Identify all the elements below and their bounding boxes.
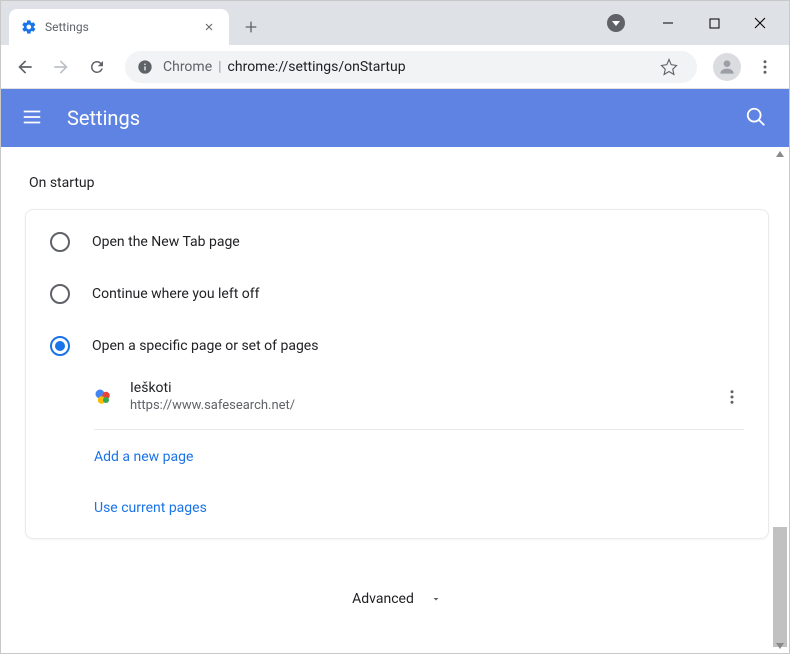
settings-header: Settings	[1, 89, 789, 147]
account-status-icon[interactable]	[607, 14, 625, 32]
close-tab-icon[interactable]	[201, 19, 217, 35]
profile-avatar[interactable]	[713, 53, 741, 81]
radio-label: Open a specific page or set of pages	[92, 338, 318, 354]
tab-title: Settings	[45, 20, 201, 34]
reload-button[interactable]	[81, 51, 113, 83]
hamburger-menu-icon[interactable]	[21, 106, 45, 130]
use-current-link[interactable]: Use current pages	[94, 500, 207, 516]
new-tab-button[interactable]	[237, 13, 265, 41]
address-bar[interactable]: Chrome|chrome://settings/onStartup	[125, 51, 697, 83]
startup-page-row: Ieškoti https://www.safesearch.net/	[94, 372, 744, 430]
maximize-button[interactable]	[691, 7, 737, 39]
radio-icon	[50, 232, 70, 252]
page-title: Settings	[67, 106, 745, 130]
forward-button[interactable]	[45, 51, 77, 83]
window-titlebar: Settings	[1, 1, 789, 45]
browser-tab[interactable]: Settings	[9, 9, 229, 45]
search-icon[interactable]	[745, 106, 769, 130]
radio-option-specific[interactable]: Open a specific page or set of pages	[26, 320, 768, 372]
minimize-button[interactable]	[645, 7, 691, 39]
scrollbar-thumb[interactable]	[773, 527, 787, 647]
page-more-menu-icon[interactable]	[720, 385, 744, 409]
chrome-menu-icon[interactable]	[749, 51, 781, 83]
add-page-row[interactable]: Add a new page	[26, 430, 768, 481]
section-title: On startup	[29, 175, 769, 191]
startup-page-name: Ieškoti	[130, 380, 710, 396]
radio-label: Continue where you left off	[92, 286, 260, 302]
favicon-icon	[94, 388, 112, 406]
radio-label: Open the New Tab page	[92, 234, 240, 250]
use-current-row[interactable]: Use current pages	[26, 481, 768, 532]
close-window-button[interactable]	[737, 7, 783, 39]
back-button[interactable]	[9, 51, 41, 83]
browser-toolbar: Chrome|chrome://settings/onStartup	[1, 45, 789, 89]
add-page-link[interactable]: Add a new page	[94, 449, 193, 465]
bookmark-star-icon[interactable]	[653, 51, 685, 83]
site-info-icon[interactable]	[137, 59, 153, 75]
advanced-toggle[interactable]: Advanced	[25, 579, 769, 631]
address-text: Chrome|chrome://settings/onStartup	[163, 59, 653, 75]
startup-card: Open the New Tab page Continue where you…	[25, 209, 769, 539]
radio-option-newtab[interactable]: Open the New Tab page	[26, 216, 768, 268]
settings-content: On startup Open the New Tab page Continu…	[1, 147, 789, 653]
advanced-label: Advanced	[352, 591, 414, 607]
radio-icon	[50, 284, 70, 304]
startup-page-url: https://www.safesearch.net/	[130, 398, 710, 413]
chevron-down-icon	[430, 593, 442, 605]
scrollbar[interactable]	[773, 147, 787, 653]
gear-icon	[21, 19, 37, 35]
radio-icon	[50, 336, 70, 356]
radio-option-continue[interactable]: Continue where you left off	[26, 268, 768, 320]
